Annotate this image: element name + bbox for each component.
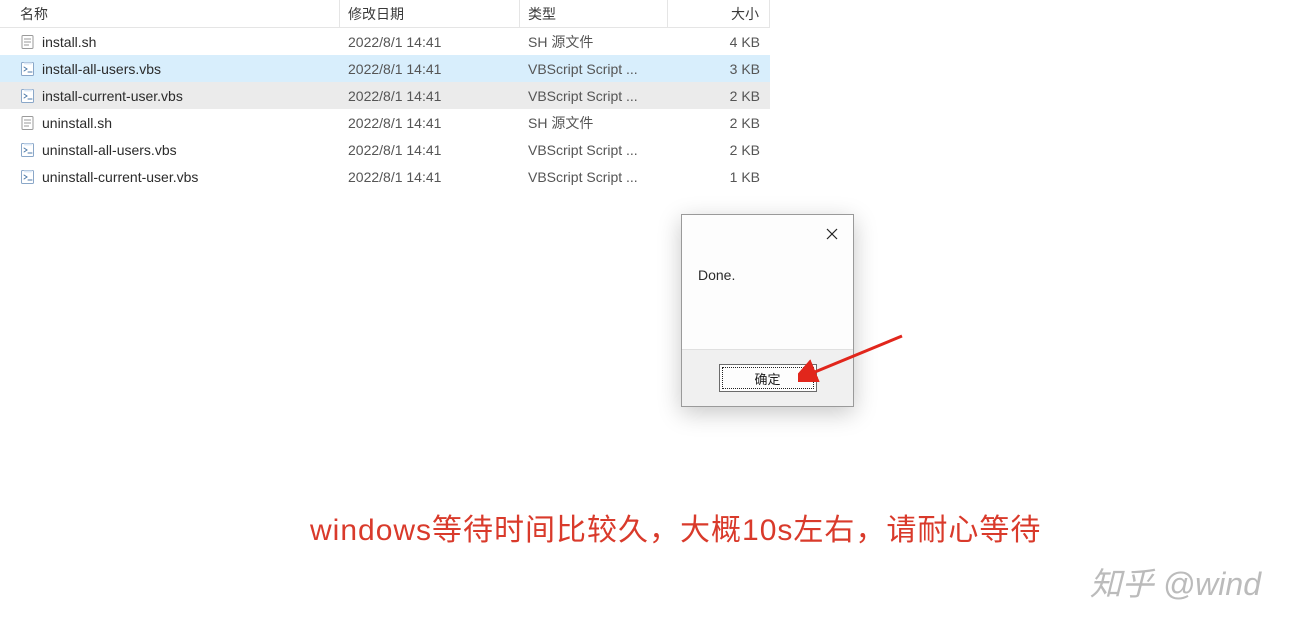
script-file-icon bbox=[20, 88, 36, 104]
file-date-cell: 2022/8/1 14:41 bbox=[340, 136, 520, 163]
file-name-label: install-current-user.vbs bbox=[42, 88, 183, 104]
script-file-icon bbox=[20, 169, 36, 185]
file-row[interactable]: install-current-user.vbs 2022/8/1 14:41VB… bbox=[0, 82, 770, 109]
file-type-cell: SH 源文件 bbox=[520, 109, 668, 136]
file-type-cell: SH 源文件 bbox=[520, 28, 668, 55]
file-name-label: install-all-users.vbs bbox=[42, 61, 161, 77]
text-file-icon bbox=[20, 34, 36, 50]
file-name-label: uninstall-all-users.vbs bbox=[42, 142, 177, 158]
column-header-type[interactable]: 类型 bbox=[520, 0, 668, 27]
file-name-cell: install-all-users.vbs bbox=[0, 55, 340, 82]
file-list: install.sh2022/8/1 14:41SH 源文件4 KBinstal… bbox=[0, 28, 770, 190]
file-date-cell: 2022/8/1 14:41 bbox=[340, 28, 520, 55]
file-type-cell: VBScript Script ... bbox=[520, 55, 668, 82]
file-size-cell: 4 KB bbox=[668, 28, 770, 55]
script-file-icon bbox=[20, 142, 36, 158]
close-icon bbox=[826, 228, 838, 240]
column-header-name[interactable]: 名称 bbox=[0, 0, 340, 27]
file-name-cell: uninstall-current-user.vbs bbox=[0, 163, 340, 190]
watermark: 知乎 @wind bbox=[1090, 559, 1261, 605]
script-file-icon bbox=[20, 61, 36, 77]
file-date-cell: 2022/8/1 14:41 bbox=[340, 82, 520, 109]
file-size-cell: 2 KB bbox=[668, 82, 770, 109]
dialog-body: Done. bbox=[682, 253, 853, 349]
dialog-message: Done. bbox=[698, 267, 735, 283]
file-date-cell: 2022/8/1 14:41 bbox=[340, 55, 520, 82]
file-size-cell: 2 KB bbox=[668, 109, 770, 136]
file-row[interactable]: install-all-users.vbs 2022/8/1 14:41VBScr… bbox=[0, 55, 770, 82]
ok-button[interactable]: 确定 bbox=[719, 364, 817, 392]
file-row[interactable]: install.sh 2022/8/1 14:41SH 源文件4 KB bbox=[0, 28, 770, 55]
file-size-cell: 2 KB bbox=[668, 136, 770, 163]
file-type-cell: VBScript Script ... bbox=[520, 136, 668, 163]
file-row[interactable]: uninstall-all-users.vbs 2022/8/1 14:41VBS… bbox=[0, 136, 770, 163]
file-name-label: install.sh bbox=[42, 34, 96, 50]
file-name-label: uninstall.sh bbox=[42, 115, 112, 131]
file-row[interactable]: uninstall-current-user.vbs 2022/8/1 14:41… bbox=[0, 163, 770, 190]
message-dialog: Done. 确定 bbox=[681, 214, 854, 407]
annotation-text: windows等待时间比较久，大概10s左右，请耐心等待 bbox=[310, 505, 1041, 549]
file-type-cell: VBScript Script ... bbox=[520, 82, 668, 109]
file-name-cell: uninstall-all-users.vbs bbox=[0, 136, 340, 163]
file-size-cell: 1 KB bbox=[668, 163, 770, 190]
file-date-cell: 2022/8/1 14:41 bbox=[340, 163, 520, 190]
file-type-cell: VBScript Script ... bbox=[520, 163, 668, 190]
file-explorer: 名称 修改日期 类型 大小 install.sh2022/8/1 14:41SH… bbox=[0, 0, 770, 190]
file-name-cell: install.sh bbox=[0, 28, 340, 55]
file-name-label: uninstall-current-user.vbs bbox=[42, 169, 198, 185]
file-name-cell: uninstall.sh bbox=[0, 109, 340, 136]
column-header-size[interactable]: 大小 bbox=[668, 0, 770, 27]
dialog-footer: 确定 bbox=[682, 349, 853, 406]
close-button[interactable] bbox=[813, 218, 851, 250]
text-file-icon bbox=[20, 115, 36, 131]
file-row[interactable]: uninstall.sh 2022/8/1 14:41SH 源文件2 KB bbox=[0, 109, 770, 136]
file-name-cell: install-current-user.vbs bbox=[0, 82, 340, 109]
column-header-date[interactable]: 修改日期 bbox=[340, 0, 520, 27]
dialog-titlebar bbox=[682, 215, 853, 253]
column-header-row: 名称 修改日期 类型 大小 bbox=[0, 0, 770, 28]
file-size-cell: 3 KB bbox=[668, 55, 770, 82]
file-date-cell: 2022/8/1 14:41 bbox=[340, 109, 520, 136]
